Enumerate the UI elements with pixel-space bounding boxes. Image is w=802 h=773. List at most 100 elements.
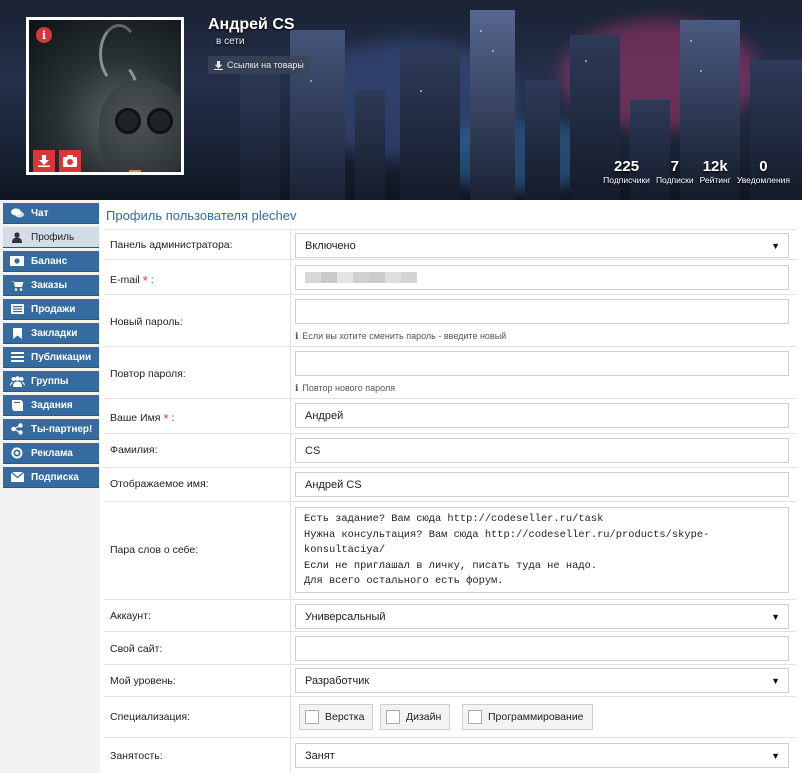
book-icon [3,399,31,411]
sidebar-item-balance[interactable]: Баланс [3,251,99,272]
display-name-row: Отображаемое имя: Андрей CS [104,467,796,501]
select-value: Универсальный [305,610,386,623]
stat-value: 12k [702,158,728,175]
download-icon [38,155,50,167]
display-name-field[interactable]: Андрей CS [295,472,789,497]
repeat-password-field[interactable] [295,351,789,376]
website-row: Свой сайт: [104,631,796,664]
stat-value: 7 [670,158,679,175]
bookmark-icon [3,327,31,339]
stat-label: Подписчики [603,175,650,185]
sidebar-item-label: Публикации [31,351,92,363]
share-icon [3,423,31,435]
level-row: Мой уровень: Разработчик ▼ [104,664,796,696]
sidebar-item-label: Продажи [31,303,76,315]
website-field[interactable] [295,636,789,661]
first-name-row: Ваше Имя * : Андрей [104,398,796,433]
mail-icon [3,472,31,482]
avatar-image: i [29,20,181,172]
checkbox-programming[interactable]: Программирование [462,704,593,730]
field-label: Свой сайт: [110,643,163,655]
sidebar-item-publications[interactable]: Публикации [3,347,99,368]
stat-label: Уведомления [736,175,790,185]
sidebar-item-groups[interactable]: Группы [3,371,99,392]
field-label: Аккаунт: [110,610,151,622]
required-asterisk: * [163,411,169,426]
product-links-label: Ссылки на товары [227,60,304,70]
sidebar-item-label: Группы [31,375,69,387]
chat-icon [3,208,31,219]
checkbox-icon [305,710,319,724]
first-name-field[interactable]: Андрей [295,403,789,428]
sidebar-item-label: Баланс [31,255,68,267]
sidebar-item-label: Подписка [31,471,79,483]
email-row: E-mail * : [104,259,796,294]
sidebar-item-tasks[interactable]: Задания [3,395,99,416]
level-select[interactable]: Разработчик ▼ [295,668,789,693]
employment-select[interactable]: Занят ▼ [295,743,789,768]
new-password-field[interactable] [295,299,789,324]
password-hint: i Повтор нового пароля [295,383,396,394]
sidebar-item-bookmarks[interactable]: Закладки [3,323,99,344]
group-icon [3,375,31,387]
info-icon: i [295,332,299,342]
stat-subscribers[interactable]: 225 Подписчики [603,158,650,185]
repeat-password-row: Повтор пароля: i Повтор нового пароля [104,346,796,398]
stat-subscriptions[interactable]: 7 Подписки [656,158,694,185]
caret-down-icon: ▼ [771,612,780,622]
sidebar: Чат Профиль Баланс Заказы Продажи Заклад… [0,200,100,773]
checkbox-design[interactable]: Дизайн [380,704,451,730]
sidebar-item-label: Заказы [31,279,68,291]
email-field[interactable] [295,265,789,290]
password-hint: i Если вы хотите сменить пароль - введите… [295,331,507,342]
upload-photo-button[interactable] [59,150,81,172]
list-icon [3,352,31,362]
sidebar-item-sales[interactable]: Продажи [3,299,99,320]
field-label: E-mail * : [110,273,154,288]
checkbox-layout[interactable]: Верстка [299,704,374,730]
stat-rating[interactable]: 12k Рейтинг [700,158,731,185]
employment-row: Занятость: Занят ▼ [104,737,796,773]
account-select[interactable]: Универсальный ▼ [295,604,789,629]
camera-icon [63,155,77,167]
stat-value: 0 [759,158,768,175]
sidebar-item-partner[interactable]: Ты-партнер! [3,419,99,440]
field-label: Фамилия: [110,444,158,456]
sidebar-item-label: Ты-партнер! [31,423,93,435]
stat-value: 225 [614,158,640,175]
field-label: Специализация: [110,711,190,723]
field-label: Панель администратора: [110,239,233,251]
sales-icon [3,304,31,314]
sidebar-item-subscription[interactable]: Подписка [3,467,99,488]
stat-notifications[interactable]: 0 Уведомления [737,158,790,185]
field-label: Новый пароль: [110,316,183,328]
caret-down-icon: ▼ [771,241,780,251]
sidebar-item-ads[interactable]: Реклама [3,443,99,464]
last-name-field[interactable]: CS [295,438,789,463]
download-avatar-button[interactable] [33,150,55,172]
user-icon [3,231,31,243]
specialization-row: Специализация: Верстка Дизайн Программир… [104,696,796,737]
info-icon[interactable]: i [33,24,55,46]
product-links-button[interactable]: Ссылки на товары [208,56,310,74]
field-label: Мой уровень: [110,675,176,687]
field-label: Занятость: [110,750,163,762]
last-name-row: Фамилия: CS [104,433,796,467]
checkbox-icon [468,710,482,724]
money-icon [3,256,31,266]
sidebar-item-label: Реклама [31,447,73,459]
sidebar-item-profile[interactable]: Профиль [3,227,99,248]
target-icon [3,447,31,459]
new-password-row: Новый пароль: i Если вы хотите сменить па… [104,294,796,346]
sidebar-item-orders[interactable]: Заказы [3,275,99,296]
admin-panel-select[interactable]: Включено ▼ [295,233,789,258]
select-value: Включено [305,239,356,252]
sidebar-item-chat[interactable]: Чат [3,203,99,224]
avatar: i [26,17,184,175]
select-value: Занят [305,749,335,762]
about-row: Пара слов о себе: Есть задание? Вам сюда… [104,501,796,599]
sidebar-item-label: Чат [31,207,49,219]
caret-down-icon: ▼ [771,751,780,761]
page-title: Профиль пользователя plechev [106,208,297,223]
about-textarea[interactable]: Есть задание? Вам сюда http://codeseller… [295,507,789,593]
